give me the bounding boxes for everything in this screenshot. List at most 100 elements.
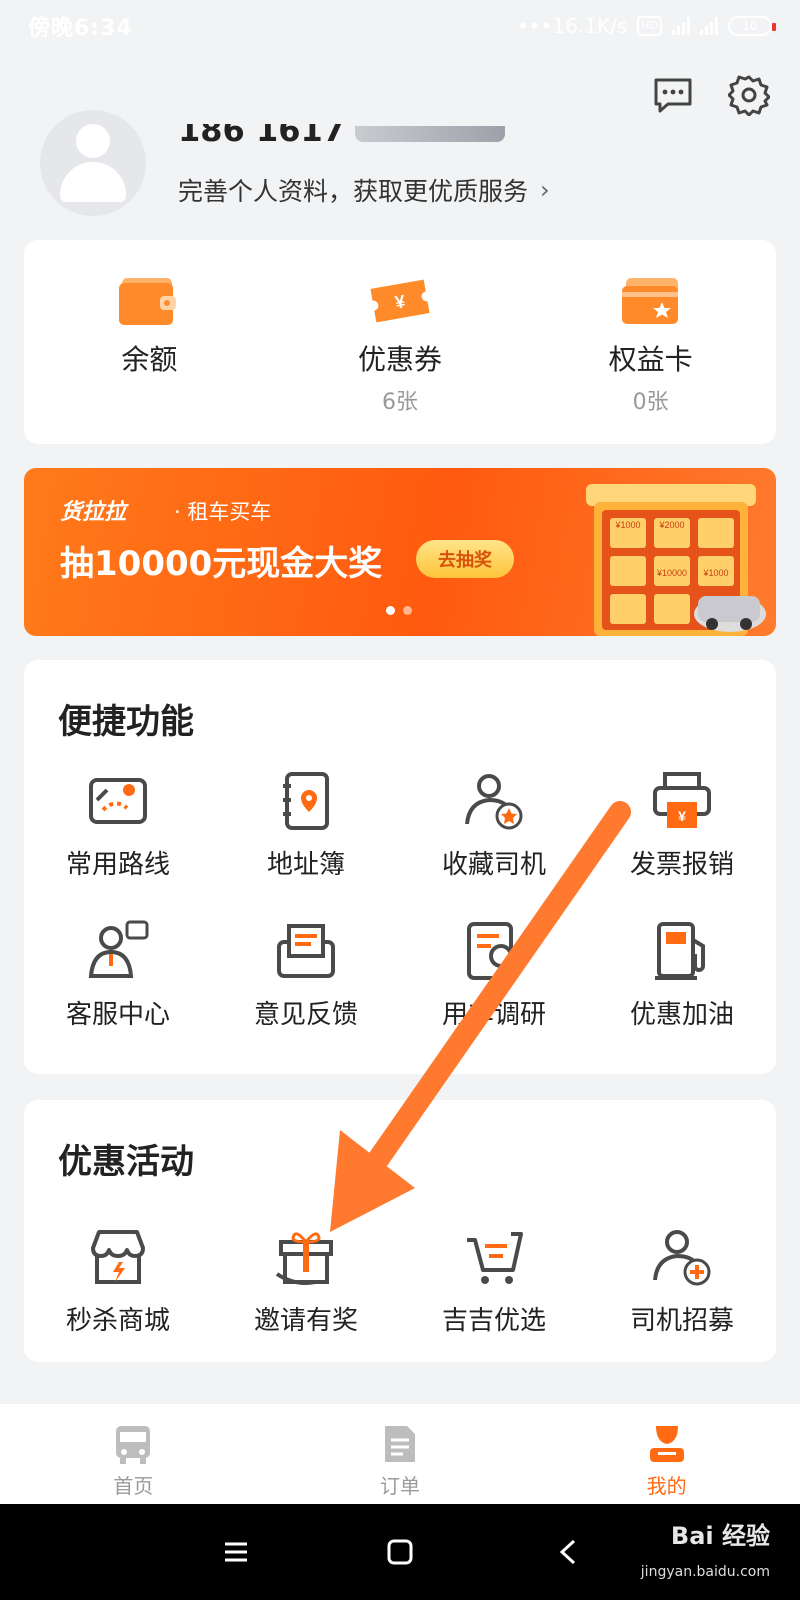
quick-item-label: 收藏司机: [441, 850, 546, 880]
banner-brand-sub: · 租车买车: [174, 500, 272, 524]
promo-item-driver-recruit[interactable]: 司机招募: [588, 1226, 776, 1337]
quick-item-address-book[interactable]: 地址簿: [212, 770, 400, 881]
hd-badge: HD: [637, 16, 662, 36]
card-icon: [621, 278, 678, 324]
flash-sale-store-icon: [91, 1230, 145, 1284]
asset-count: 0张: [632, 390, 669, 415]
coupon-icon: ¥: [370, 279, 430, 323]
promo-item-label: 秒杀商城: [65, 1306, 170, 1336]
promo-item-invite[interactable]: 邀请有奖: [212, 1226, 400, 1337]
asset-count: 6张: [382, 390, 418, 415]
network-speed: •••16.1K/s: [517, 14, 628, 38]
profile-header[interactable]: 186 1617 完善个人资料，获取更优质服务 ›: [40, 110, 760, 220]
member-level-badge: [355, 126, 505, 142]
promo-item-label: 司机招募: [629, 1306, 734, 1336]
asset-label: 余额: [121, 343, 178, 376]
tab-label: 首页: [113, 1474, 154, 1498]
banner-brand: 货拉拉: [60, 500, 127, 525]
signal-icon-2: [700, 17, 718, 35]
quick-item-survey[interactable]: 用车调研: [400, 920, 588, 1031]
banner-headline: 抽10000元现金大奖: [60, 544, 383, 584]
quick-item-routes[interactable]: 常用路线: [24, 770, 212, 881]
status-bar: 傍晚6:34 •••16.1K/s HD 10: [0, 0, 800, 52]
phone-number: 186 1617: [178, 124, 345, 144]
promo-item-label: 邀请有奖: [253, 1306, 358, 1336]
battery-icon: 10: [728, 16, 776, 36]
prize-label: ¥2000: [658, 520, 684, 530]
order-list-icon: [385, 1426, 415, 1462]
fuel-pump-icon: [655, 922, 705, 980]
menu-icon: [225, 1542, 247, 1562]
wallet-icon: [119, 278, 177, 325]
svg-text:¥: ¥: [678, 808, 686, 824]
route-map-icon: [89, 778, 147, 824]
system-nav-bar: Bai 经验 jingyan.baidu.com: [0, 1504, 800, 1600]
message-icon: [654, 78, 692, 113]
banner-pagination: [386, 606, 412, 615]
promo-item-flash-sale[interactable]: 秒杀商城: [24, 1226, 212, 1337]
assets-card: 余额 ¥ 优惠券 6张 权益卡 0张: [24, 240, 776, 444]
quick-row-1: 常用路线 地址簿 收藏司机 ¥ 发票报销: [24, 770, 776, 881]
status-indicators: •••16.1K/s HD 10: [517, 14, 776, 38]
square-icon: [387, 1539, 413, 1565]
status-time: 傍晚6:34: [28, 16, 133, 41]
shopping-cart-icon: [467, 1232, 523, 1284]
tab-label: 我的: [646, 1474, 687, 1498]
section-title: 便捷功能: [58, 702, 194, 742]
favorite-driver-icon: [465, 774, 523, 830]
signal-icon: [672, 17, 690, 35]
section-title: 优惠活动: [58, 1142, 194, 1182]
address-book-icon: [283, 772, 329, 830]
banner-cta-button[interactable]: 去抽奖: [416, 540, 514, 578]
quick-item-feedback[interactable]: 意见反馈: [212, 920, 400, 1031]
menu-button[interactable]: [216, 1532, 256, 1572]
prize-label: ¥10000: [656, 568, 687, 578]
back-chevron-icon: [559, 1539, 576, 1565]
quick-item-label: 客服中心: [65, 1000, 170, 1030]
promo-item-label: 吉吉优选: [441, 1306, 546, 1336]
promo-row: 秒杀商城 邀请有奖 吉吉优选 司机招募: [24, 1226, 776, 1337]
battery-level: 10: [742, 19, 758, 33]
tab-label: 订单: [380, 1474, 420, 1498]
prize-label: ¥1000: [614, 520, 640, 530]
quick-item-favorite-drivers[interactable]: 收藏司机: [400, 770, 588, 881]
quick-item-fuel[interactable]: 优惠加油: [588, 920, 776, 1031]
chevron-right-icon: ›: [540, 176, 550, 204]
promotions-card: 优惠活动 秒杀商城 邀请有奖 吉吉优选 司机招募: [24, 1100, 776, 1362]
prize-label: ¥1000: [702, 568, 728, 578]
tab-home[interactable]: 首页: [0, 1404, 267, 1504]
complete-profile-link[interactable]: 完善个人资料，获取更优质服务 ›: [178, 172, 550, 208]
quick-functions-card: 便捷功能 常用路线 地址簿 收藏司机 ¥ 发票报销 客服中心 意见反馈 用车调研…: [24, 660, 776, 1074]
quick-item-label: 发票报销: [629, 850, 734, 880]
tab-orders[interactable]: 订单: [267, 1404, 534, 1504]
asset-balance[interactable]: 余额: [24, 240, 275, 444]
quick-item-label: 意见反馈: [253, 1000, 358, 1030]
invoice-printer-icon: ¥: [653, 772, 711, 828]
asset-benefit-card[interactable]: 权益卡 0张: [525, 240, 776, 444]
survey-icon: [467, 922, 521, 980]
gift-invite-icon: [275, 1232, 333, 1285]
lottery-machine-illustration: ¥1000 ¥2000 ¥10000 ¥1000: [586, 484, 766, 636]
promo-item-jiji-select[interactable]: 吉吉优选: [400, 1226, 588, 1337]
avatar[interactable]: [40, 110, 146, 216]
quick-row-2: 客服中心 意见反馈 用车调研 优惠加油: [24, 920, 776, 1031]
phone-line: 186 1617: [178, 124, 505, 144]
bottom-tab-bar: 首页 订单 我的: [0, 1404, 800, 1504]
asset-label: 权益卡: [608, 343, 693, 376]
promo-banner[interactable]: 货拉拉 · 租车买车 抽10000元现金大奖 去抽奖 ¥1000 ¥2000 ¥…: [24, 468, 776, 636]
quick-item-label: 优惠加油: [629, 1000, 734, 1030]
driver-recruit-icon: [653, 1230, 711, 1286]
asset-coupons[interactable]: ¥ 优惠券 6张: [275, 240, 526, 444]
quick-item-customer-service[interactable]: 客服中心: [24, 920, 212, 1031]
feedback-mail-icon: [277, 924, 335, 978]
quick-item-invoice[interactable]: ¥ 发票报销: [588, 770, 776, 881]
quick-item-label: 常用路线: [65, 850, 170, 880]
watermark-url: jingyan.baidu.com: [640, 1564, 770, 1580]
customer-service-icon: [88, 920, 149, 978]
home-nav-button[interactable]: [380, 1532, 420, 1572]
back-nav-button[interactable]: [548, 1532, 588, 1572]
truck-icon: [116, 1426, 151, 1464]
quick-item-label: 用车调研: [441, 1000, 546, 1030]
tab-me[interactable]: 我的: [533, 1404, 800, 1504]
asset-label: 优惠券: [358, 343, 443, 376]
